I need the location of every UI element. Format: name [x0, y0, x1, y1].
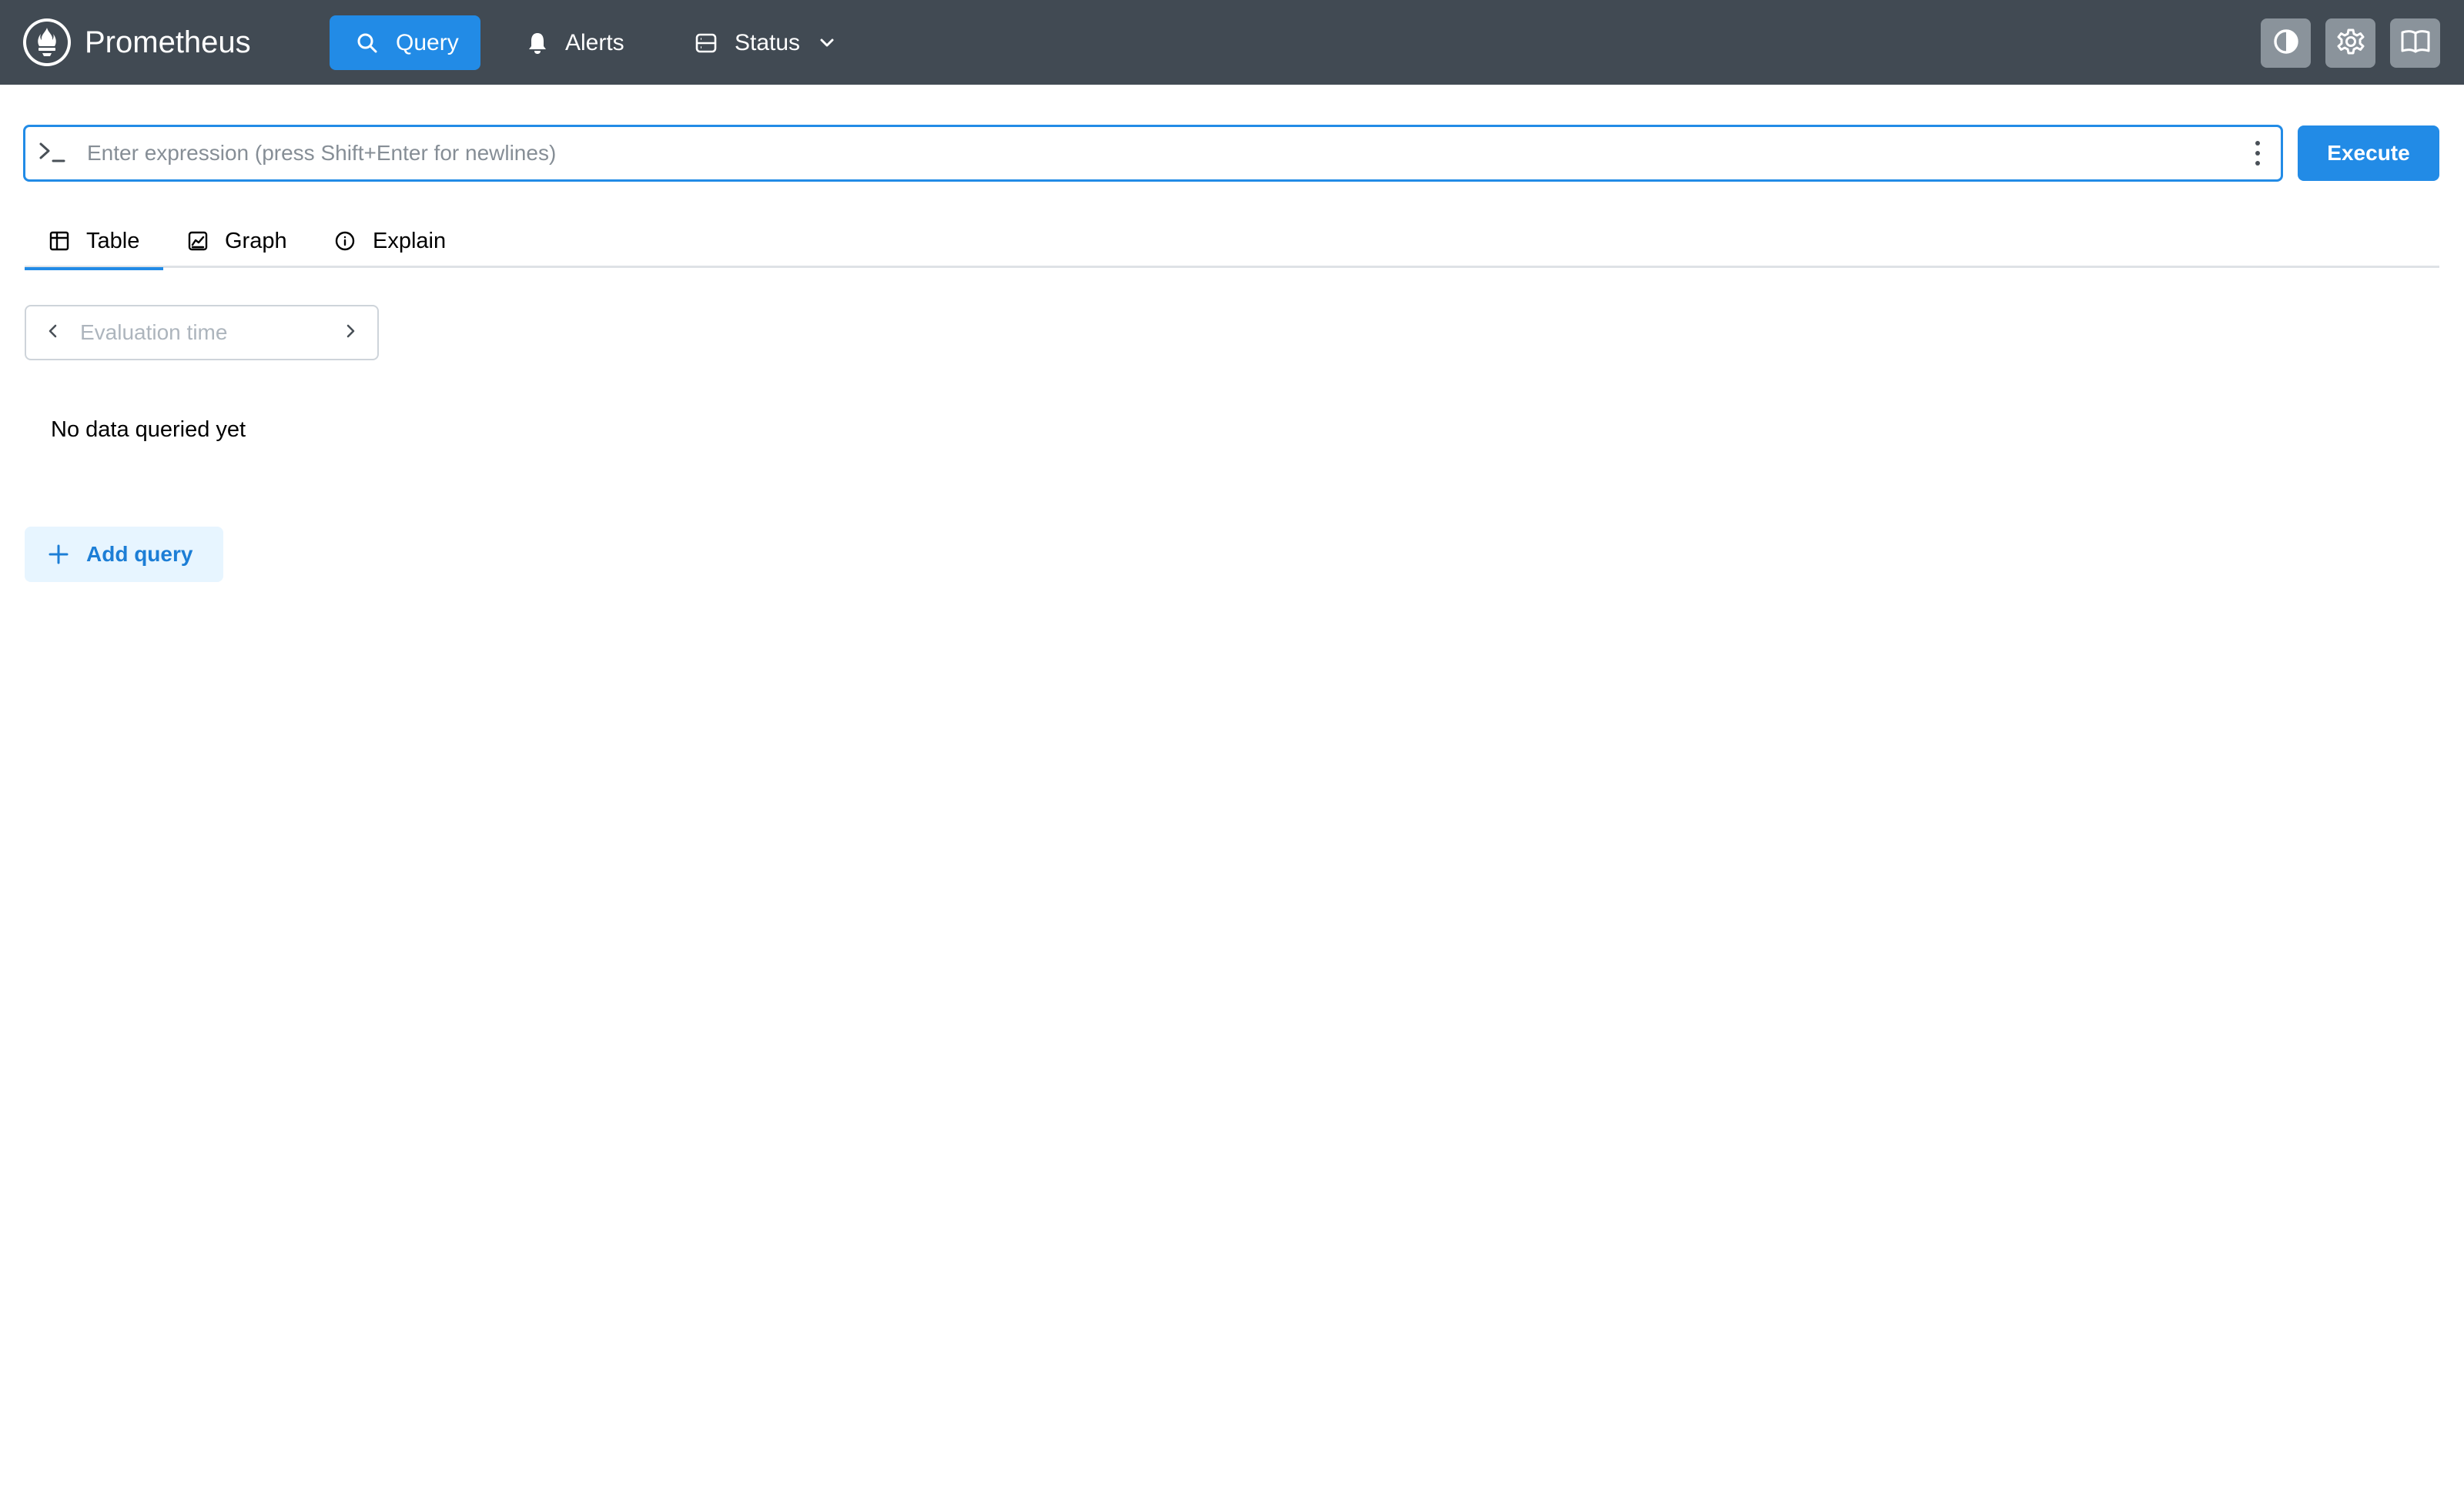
chevron-left-icon — [45, 322, 61, 344]
prometheus-logo-icon — [23, 18, 71, 66]
result-tabs: Table Graph Explain — [25, 214, 2439, 270]
execute-button[interactable]: Execute — [2298, 125, 2439, 181]
nav-alerts-button[interactable]: Alerts — [500, 15, 651, 70]
graph-icon — [188, 231, 208, 251]
evaluation-time-picker — [25, 305, 379, 360]
theme-toggle-button[interactable] — [2261, 18, 2311, 68]
expression-input[interactable] — [87, 127, 2243, 179]
nav-query-label: Query — [396, 29, 459, 55]
tab-explain-label: Explain — [373, 228, 447, 253]
documentation-button[interactable] — [2390, 18, 2440, 68]
chevron-right-icon — [343, 322, 358, 344]
eval-time-previous-button[interactable] — [26, 306, 80, 359]
nav-query-button[interactable]: Query — [330, 15, 480, 70]
empty-results-message: No data queried yet — [51, 417, 246, 442]
settings-gear-icon — [2336, 27, 2365, 60]
evaluation-time-input[interactable] — [79, 306, 317, 359]
add-query-button[interactable]: Add query — [25, 527, 223, 582]
search-icon — [356, 32, 379, 55]
more-options-icon[interactable] — [2251, 141, 2264, 166]
brand[interactable]: Prometheus — [23, 18, 251, 66]
nav-status-dropdown[interactable]: Status — [668, 15, 863, 70]
info-icon — [334, 230, 356, 252]
chevron-down-icon — [817, 33, 837, 53]
nav-status-label: Status — [735, 29, 801, 55]
add-query-label: Add query — [86, 542, 193, 566]
theme-toggle-icon — [2272, 27, 2301, 60]
server-icon — [695, 32, 718, 55]
top-navbar: Prometheus Query Alerts Status — [0, 0, 2464, 85]
tab-table[interactable]: Table — [25, 214, 163, 270]
eval-time-next-button[interactable] — [323, 306, 377, 359]
tab-table-label: Table — [86, 228, 140, 253]
documentation-book-icon — [2400, 28, 2431, 59]
table-icon — [49, 231, 69, 251]
nav-alerts-label: Alerts — [565, 29, 624, 55]
brand-name: Prometheus — [85, 25, 251, 59]
bell-icon — [527, 32, 548, 55]
expression-input-container[interactable] — [23, 125, 2283, 182]
plus-icon — [48, 544, 69, 565]
terminal-prompt-icon — [38, 141, 69, 167]
settings-button[interactable] — [2325, 18, 2375, 68]
tab-graph-label: Graph — [225, 228, 287, 253]
tab-explain[interactable]: Explain — [334, 214, 446, 268]
tab-graph[interactable]: Graph — [188, 214, 287, 268]
